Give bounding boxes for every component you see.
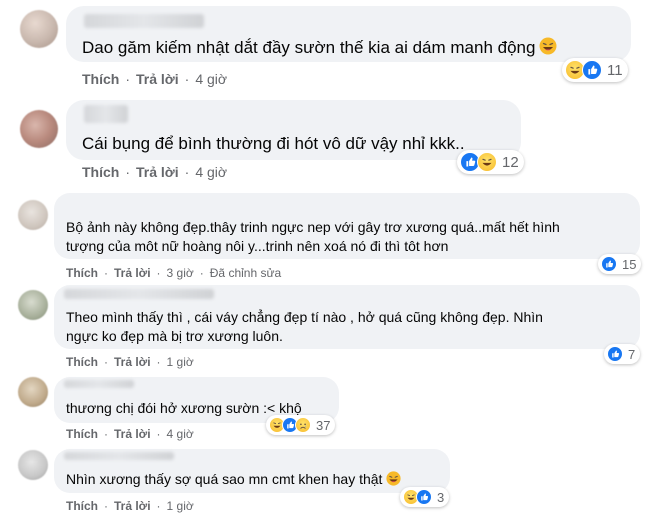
comment-text-line-1: Theo mình thấy thì , cái váy chẳng đẹp t…	[66, 309, 543, 325]
avatar[interactable]	[18, 450, 48, 480]
reaction-count: 12	[502, 153, 519, 171]
reply-link[interactable]: Trả lời	[114, 355, 151, 369]
separator: ·	[184, 164, 190, 180]
avatar[interactable]	[20, 110, 58, 148]
comment-text-line-1: Bộ ảnh này không đẹp.thây trinh ngực nep…	[66, 219, 560, 235]
reply-link[interactable]: Trả lời	[114, 266, 151, 280]
like-reaction-icon	[582, 60, 602, 80]
reply-link[interactable]: Trả lời	[136, 71, 179, 87]
comment-actions: Thích · Trả lời · 4 giờ	[66, 427, 194, 441]
reaction-count: 3	[437, 489, 445, 505]
reaction-count: 7	[628, 346, 636, 362]
separator: ·	[104, 266, 108, 280]
reaction-summary[interactable]: 11	[562, 58, 628, 82]
author-name[interactable]	[84, 14, 204, 28]
timestamp[interactable]: 4 giờ	[167, 427, 194, 441]
like-link[interactable]: Thích	[82, 71, 119, 87]
comment-text: Nhìn xương thấy sợ quá sao mn cmt khen h…	[66, 471, 402, 489]
avatar[interactable]	[18, 377, 48, 407]
reaction-count: 15	[622, 256, 637, 272]
author-name[interactable]	[84, 105, 128, 123]
timestamp[interactable]: 1 giờ	[167, 499, 194, 513]
comment-actions: Thích · Trả lời · 1 giờ	[66, 355, 194, 369]
like-link[interactable]: Thích	[82, 164, 119, 180]
comment-text: thương chị đói hở xương sườn :< khộ	[66, 400, 302, 416]
separator: ·	[156, 427, 161, 441]
reply-link[interactable]: Trả lời	[114, 427, 151, 441]
separator: ·	[104, 355, 108, 369]
separator: ·	[125, 71, 131, 87]
author-name[interactable]	[64, 452, 174, 460]
comment-1: Dao găm kiếm nhật dắt đầy sườn thế kia a…	[0, 0, 650, 92]
timestamp[interactable]: 4 giờ	[195, 71, 227, 87]
author-name[interactable]	[64, 289, 214, 299]
like-reaction-icon	[601, 256, 617, 272]
timestamp[interactable]: 4 giờ	[195, 164, 227, 180]
comment-text-line-2: ngực ko đẹp mà bị trơ xương luôn.	[66, 328, 283, 344]
reaction-count: 37	[316, 417, 331, 433]
separator: ·	[156, 355, 161, 369]
timestamp[interactable]: 1 giờ	[167, 355, 194, 369]
separator: ·	[104, 427, 108, 441]
reaction-summary[interactable]: 12	[457, 150, 524, 174]
separator: ·	[184, 71, 190, 87]
reply-link[interactable]: Trả lời	[136, 164, 179, 180]
comment-text-line-2: tượng của môt nữ hoàng nôi y...trinh nên…	[66, 238, 449, 254]
like-reaction-icon	[607, 346, 623, 362]
edited-label: Đã chỉnh sửa	[209, 266, 282, 280]
reply-link[interactable]: Trả lời	[114, 499, 151, 513]
haha-emoji-icon	[539, 37, 557, 60]
like-reaction-icon	[416, 489, 432, 505]
comment-actions: Thích · Trả lời · 4 giờ	[82, 71, 227, 87]
separator: ·	[156, 266, 161, 280]
like-link[interactable]: Thích	[66, 266, 98, 280]
like-link[interactable]: Thích	[66, 427, 98, 441]
like-link[interactable]: Thích	[66, 499, 98, 513]
reaction-summary[interactable]: 7	[604, 344, 641, 364]
haha-emoji-icon	[386, 471, 402, 489]
comment-text: Cái bụng để bình thường đi hót vô dữ vậy…	[82, 134, 465, 153]
reaction-summary[interactable]: 15	[598, 254, 642, 274]
comment-actions: Thích · Trả lời · 3 giờ · Đã chỉnh sửa	[66, 266, 281, 280]
sad-reaction-icon	[295, 417, 311, 433]
separator: ·	[199, 266, 204, 280]
like-link[interactable]: Thích	[66, 355, 98, 369]
reaction-summary[interactable]: 3	[400, 487, 450, 507]
avatar[interactable]	[18, 290, 48, 320]
avatar[interactable]	[20, 10, 58, 48]
comment-actions: Thích · Trả lời · 1 giờ	[66, 499, 194, 513]
timestamp[interactable]: 3 giờ	[167, 266, 194, 280]
haha-reaction-icon	[477, 152, 497, 172]
comment-text: Dao găm kiếm nhật dắt đầy sườn thế kia a…	[82, 37, 557, 60]
avatar[interactable]	[18, 200, 48, 230]
reaction-summary[interactable]: 37	[266, 415, 336, 435]
separator: ·	[156, 499, 161, 513]
separator: ·	[104, 499, 108, 513]
comment-actions: Thích · Trả lời · 4 giờ	[82, 164, 227, 180]
separator: ·	[125, 164, 131, 180]
author-name[interactable]	[64, 380, 134, 388]
reaction-count: 11	[607, 61, 623, 79]
